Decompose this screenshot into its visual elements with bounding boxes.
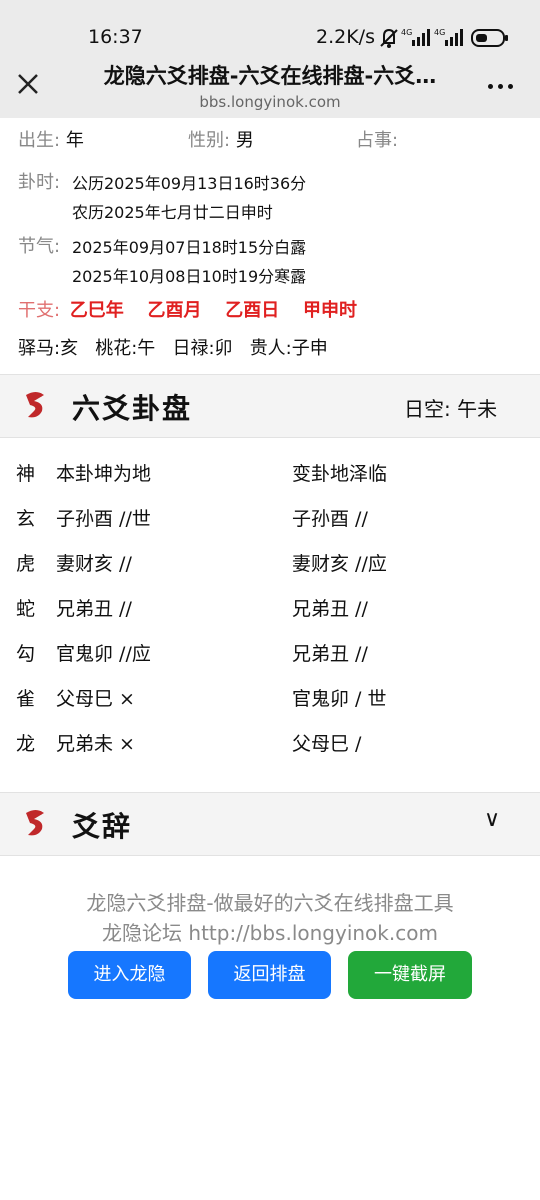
- status-icons: 4G 4G: [380, 28, 508, 48]
- mute-bell-icon: [380, 28, 398, 48]
- svg-text:4G: 4G: [401, 28, 412, 37]
- birth-label: 出生:: [18, 130, 61, 151]
- time-lunar: 农历2025年七月廿二日申时: [72, 203, 273, 222]
- signal-icon: 4G 4G: [401, 28, 463, 46]
- solar-term-1: 2025年09月07日18时15分白露: [72, 238, 307, 257]
- day-kong: 日空: 午未: [404, 397, 498, 421]
- gua-row: 蛇兄弟丑 //兄弟丑 //: [16, 598, 368, 620]
- ganzhi-row: 干支: 乙巳年 乙酉月 乙酉日 甲申时: [18, 296, 357, 322]
- ganzhi-label: 干支:: [18, 300, 61, 321]
- back-to-chart-button[interactable]: 返回排盘: [208, 951, 331, 999]
- solar-term-2: 2025年10月08日10时19分寒露: [72, 267, 307, 286]
- matter-field: 占事:: [356, 126, 398, 152]
- gua-row: 勾官鬼卯 //应 兄弟丑 //: [16, 643, 368, 665]
- dragon-logo-icon: [26, 392, 44, 418]
- footer-slogan: 龙隐六爻排盘-做最好的六爻在线排盘工具: [86, 891, 454, 915]
- chevron-down-icon[interactable]: ∨: [484, 807, 500, 832]
- ganzhi-month: 乙酉月: [147, 300, 202, 321]
- more-icon[interactable]: [486, 72, 516, 98]
- gua-row: 虎妻财亥 //妻财亥 //应: [16, 553, 387, 575]
- status-time: 16:37: [88, 26, 143, 48]
- gua-row: 龙兄弟未 × 父母巳 /: [16, 733, 362, 755]
- gender-label: 性别:: [188, 130, 231, 151]
- shensha-row: 驿马:亥 桃花:午 日禄:卯 贵人:子申: [18, 338, 328, 359]
- gender-value: 男: [235, 130, 254, 151]
- gua-row: 雀父母巳 × 官鬼卯 / 世: [16, 688, 387, 710]
- status-bar: 16:37 2.2K/s 4G 4G 龙隐六爻排盘-六爻在线排盘-六爻… bbs…: [0, 0, 540, 118]
- time-solar: 公历2025年09月13日16时36分: [72, 174, 307, 193]
- close-icon[interactable]: [14, 70, 42, 98]
- time-label: 卦时:: [18, 172, 61, 193]
- ganzhi-hour: 甲申时: [303, 300, 358, 321]
- battery-icon: [471, 29, 508, 47]
- dragon-logo-icon: [26, 810, 44, 836]
- svg-text:4G: 4G: [434, 28, 445, 37]
- yaoci-section-header[interactable]: 爻辞 ∨: [0, 792, 540, 856]
- birth-value: 年: [65, 130, 84, 151]
- enter-longyin-button[interactable]: 进入龙隐: [68, 951, 191, 999]
- birth-field: 出生: 年: [18, 126, 84, 152]
- gua-section-header: 六爻卦盘 日空: 午未: [0, 374, 540, 438]
- footer-forum-link[interactable]: 龙隐论坛 http://bbs.longyinok.com: [0, 917, 540, 946]
- page-url[interactable]: bbs.longyinok.com: [74, 93, 466, 111]
- gua-row: 玄子孙酉 //世 子孙酉 //: [16, 508, 368, 530]
- ganzhi-day: 乙酉日: [225, 300, 280, 321]
- matter-label: 占事:: [356, 130, 399, 151]
- gua-row: 神本卦坤为地 变卦地泽临: [16, 463, 388, 485]
- yaoci-section-title: 爻辞: [72, 810, 133, 843]
- page-title: 龙隐六爻排盘-六爻在线排盘-六爻…: [103, 64, 437, 88]
- ganzhi-year: 乙巳年: [69, 300, 124, 321]
- screenshot-button[interactable]: 一键截屏: [348, 951, 472, 999]
- network-speed: 2.2K/s: [316, 26, 375, 48]
- term-label: 节气:: [18, 236, 61, 257]
- gua-section-title: 六爻卦盘: [72, 392, 193, 425]
- gender-field: 性别: 男: [188, 126, 254, 152]
